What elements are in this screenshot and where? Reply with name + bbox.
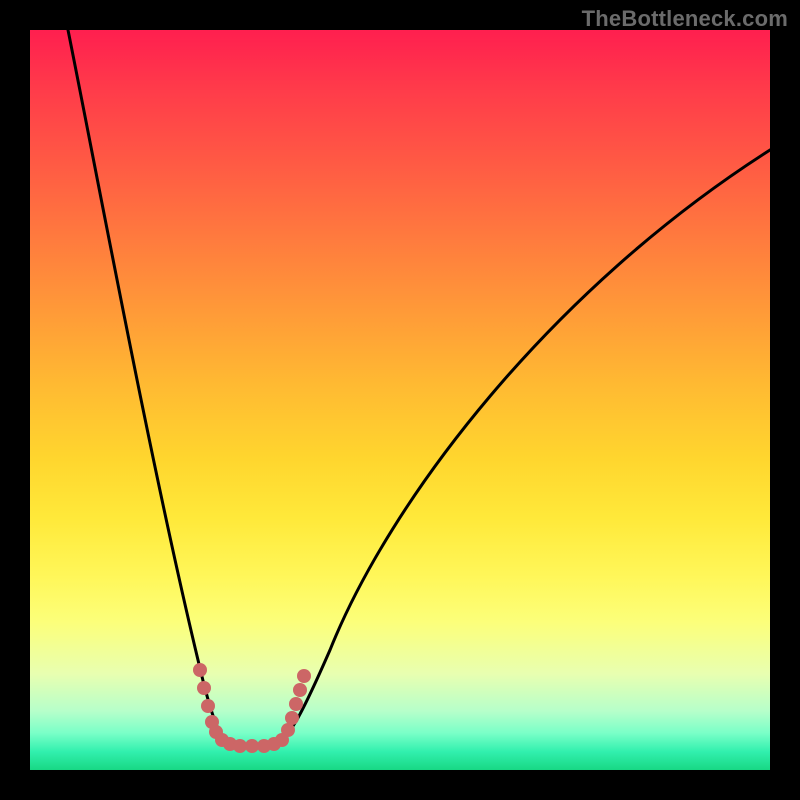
chart-frame: TheBottleneck.com <box>0 0 800 800</box>
valley-dot <box>197 681 211 695</box>
valley-dot <box>285 711 299 725</box>
bottleneck-curve <box>68 30 770 747</box>
valley-dot <box>201 699 215 713</box>
plot-area <box>30 30 770 770</box>
valley-dot <box>245 739 259 753</box>
watermark-text: TheBottleneck.com <box>582 6 788 32</box>
valley-dot <box>293 683 307 697</box>
valley-dot <box>281 723 295 737</box>
valley-dot <box>233 739 247 753</box>
valley-dot-group <box>193 663 311 753</box>
curve-layer <box>30 30 770 770</box>
valley-dot <box>297 669 311 683</box>
valley-dot <box>289 697 303 711</box>
valley-dot <box>193 663 207 677</box>
